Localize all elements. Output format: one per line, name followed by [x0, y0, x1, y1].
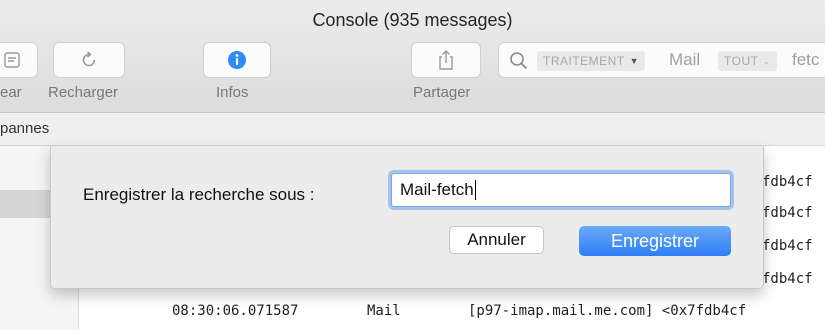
info-icon: [228, 51, 246, 69]
save-search-label: Enregistrer la recherche sous :: [83, 185, 315, 204]
log-row-time: 08:30:06.071587: [172, 303, 299, 319]
log-row-fragment: fdb4cf: [762, 174, 813, 190]
share-icon: [439, 50, 453, 70]
process-chip-label: TRAITEMENT: [543, 54, 625, 68]
cancel-button[interactable]: Annuler: [449, 226, 544, 254]
info-button[interactable]: [203, 42, 271, 78]
reload-label: Recharger: [48, 84, 119, 101]
info-label: Infos: [216, 84, 249, 101]
process-filter-chip[interactable]: TRAITEMENT ▼: [537, 51, 646, 71]
process-filter-value: Mail: [669, 50, 701, 69]
log-row-fragment: fdb4cf: [762, 205, 813, 221]
window-title: Console (935 messages): [312, 10, 513, 30]
any-filter-chip[interactable]: TOUT ⌄: [718, 51, 777, 71]
save-search-sheet: Enregistrer la recherche sous : Mail-fet…: [50, 146, 764, 289]
clear-icon: [4, 52, 20, 68]
any-chip-label: TOUT: [724, 54, 759, 68]
clear-button[interactable]: [0, 42, 38, 78]
path-bar-text: pannes: [0, 120, 50, 137]
search-icon: [510, 52, 528, 70]
path-bar: pannes: [0, 113, 825, 146]
share-button[interactable]: [411, 42, 481, 78]
search-name-input[interactable]: Mail-fetch: [391, 173, 731, 207]
text-caret: [474, 180, 476, 200]
window-toolbar: Console (935 messages) ear Recharger Inf…: [0, 0, 825, 113]
log-row-process: Mail: [367, 303, 401, 319]
save-button[interactable]: Enregistrer: [579, 226, 731, 256]
reload-button[interactable]: [53, 42, 125, 78]
chevron-down-icon: ⌄: [762, 55, 771, 66]
log-row-message: [p97-imap.mail.me.com] <0x7fdb4cf: [468, 303, 747, 319]
clear-label: ear: [0, 84, 22, 101]
reload-icon: [82, 51, 96, 67]
log-row-fragment: fdb4cf: [762, 271, 813, 287]
log-row-fragment: fdb4cf: [762, 238, 813, 254]
share-label: Partager: [413, 84, 471, 101]
search-name-value: Mail-fetch: [400, 180, 474, 199]
any-filter-value: fetc: [792, 50, 820, 69]
search-field[interactable]: TRAITEMENT ▼ Mail TOUT ⌄ fetc: [498, 42, 825, 78]
chevron-down-icon: ▼: [629, 56, 640, 66]
